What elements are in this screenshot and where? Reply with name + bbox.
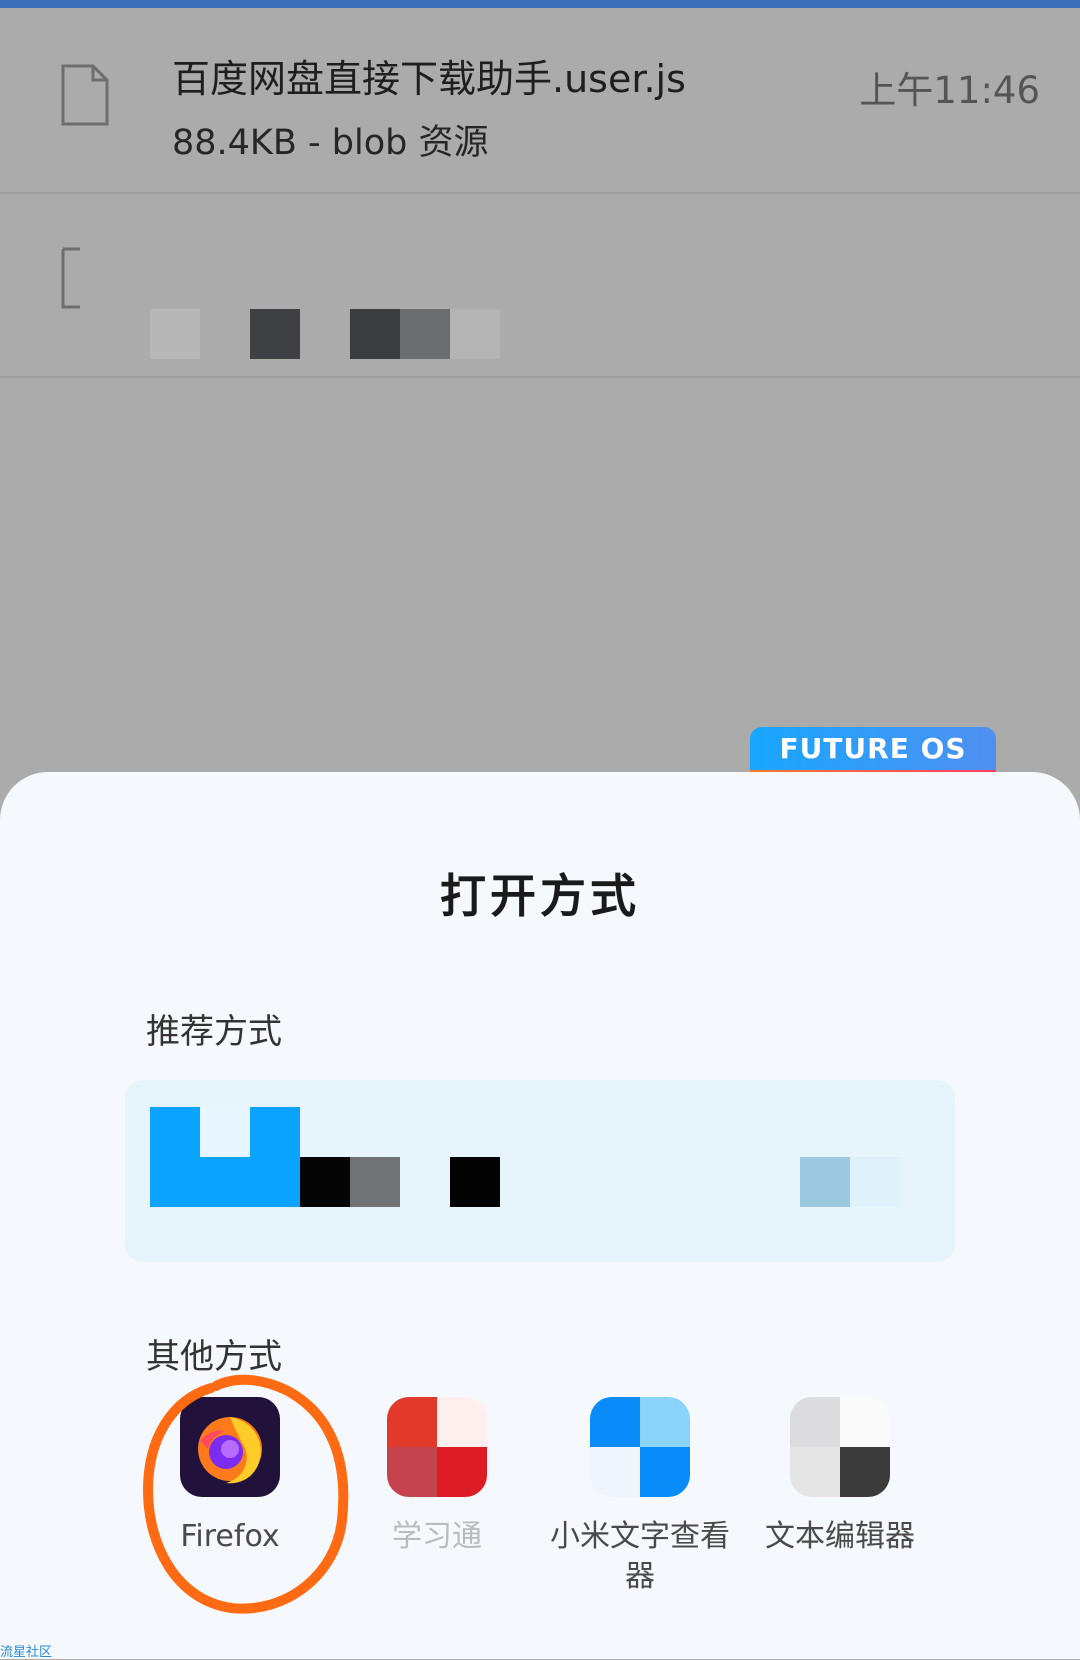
file-meta: 88.4KB - blob 资源 xyxy=(172,123,489,163)
file-icon xyxy=(61,247,80,309)
future-os-badge: FUTURE OS xyxy=(750,727,996,775)
file-name: 百度网盘直接下载助手.user.js xyxy=(172,57,686,101)
app-label: 文本编辑器 xyxy=(765,1519,915,1554)
download-item[interactable]: 百度网盘直接下载助手.user.js 88.4KB - blob 资源 上午11… xyxy=(0,8,1080,194)
redacted-file-name xyxy=(150,309,500,359)
download-time: 上午11:46 xyxy=(859,69,1040,112)
app-label: 小米文字查看器 xyxy=(550,1519,730,1594)
xuexitong-icon xyxy=(387,1397,487,1497)
text-editor-icon xyxy=(790,1397,890,1497)
mi-text-viewer-icon xyxy=(590,1397,690,1497)
redacted-recommended-app xyxy=(150,1107,900,1207)
watermark: 流星社区 xyxy=(0,1645,53,1660)
app-label: 学习通 xyxy=(392,1519,482,1554)
recommended-label: 推荐方式 xyxy=(146,1012,282,1052)
top-accent-bar xyxy=(0,0,1080,8)
recommended-app-card[interactable] xyxy=(125,1080,955,1262)
highlight-circle-annotation xyxy=(142,1374,349,1614)
download-item[interactable] xyxy=(0,194,1080,378)
sheet-title: 打开方式 xyxy=(440,869,640,923)
file-icon xyxy=(61,64,109,126)
